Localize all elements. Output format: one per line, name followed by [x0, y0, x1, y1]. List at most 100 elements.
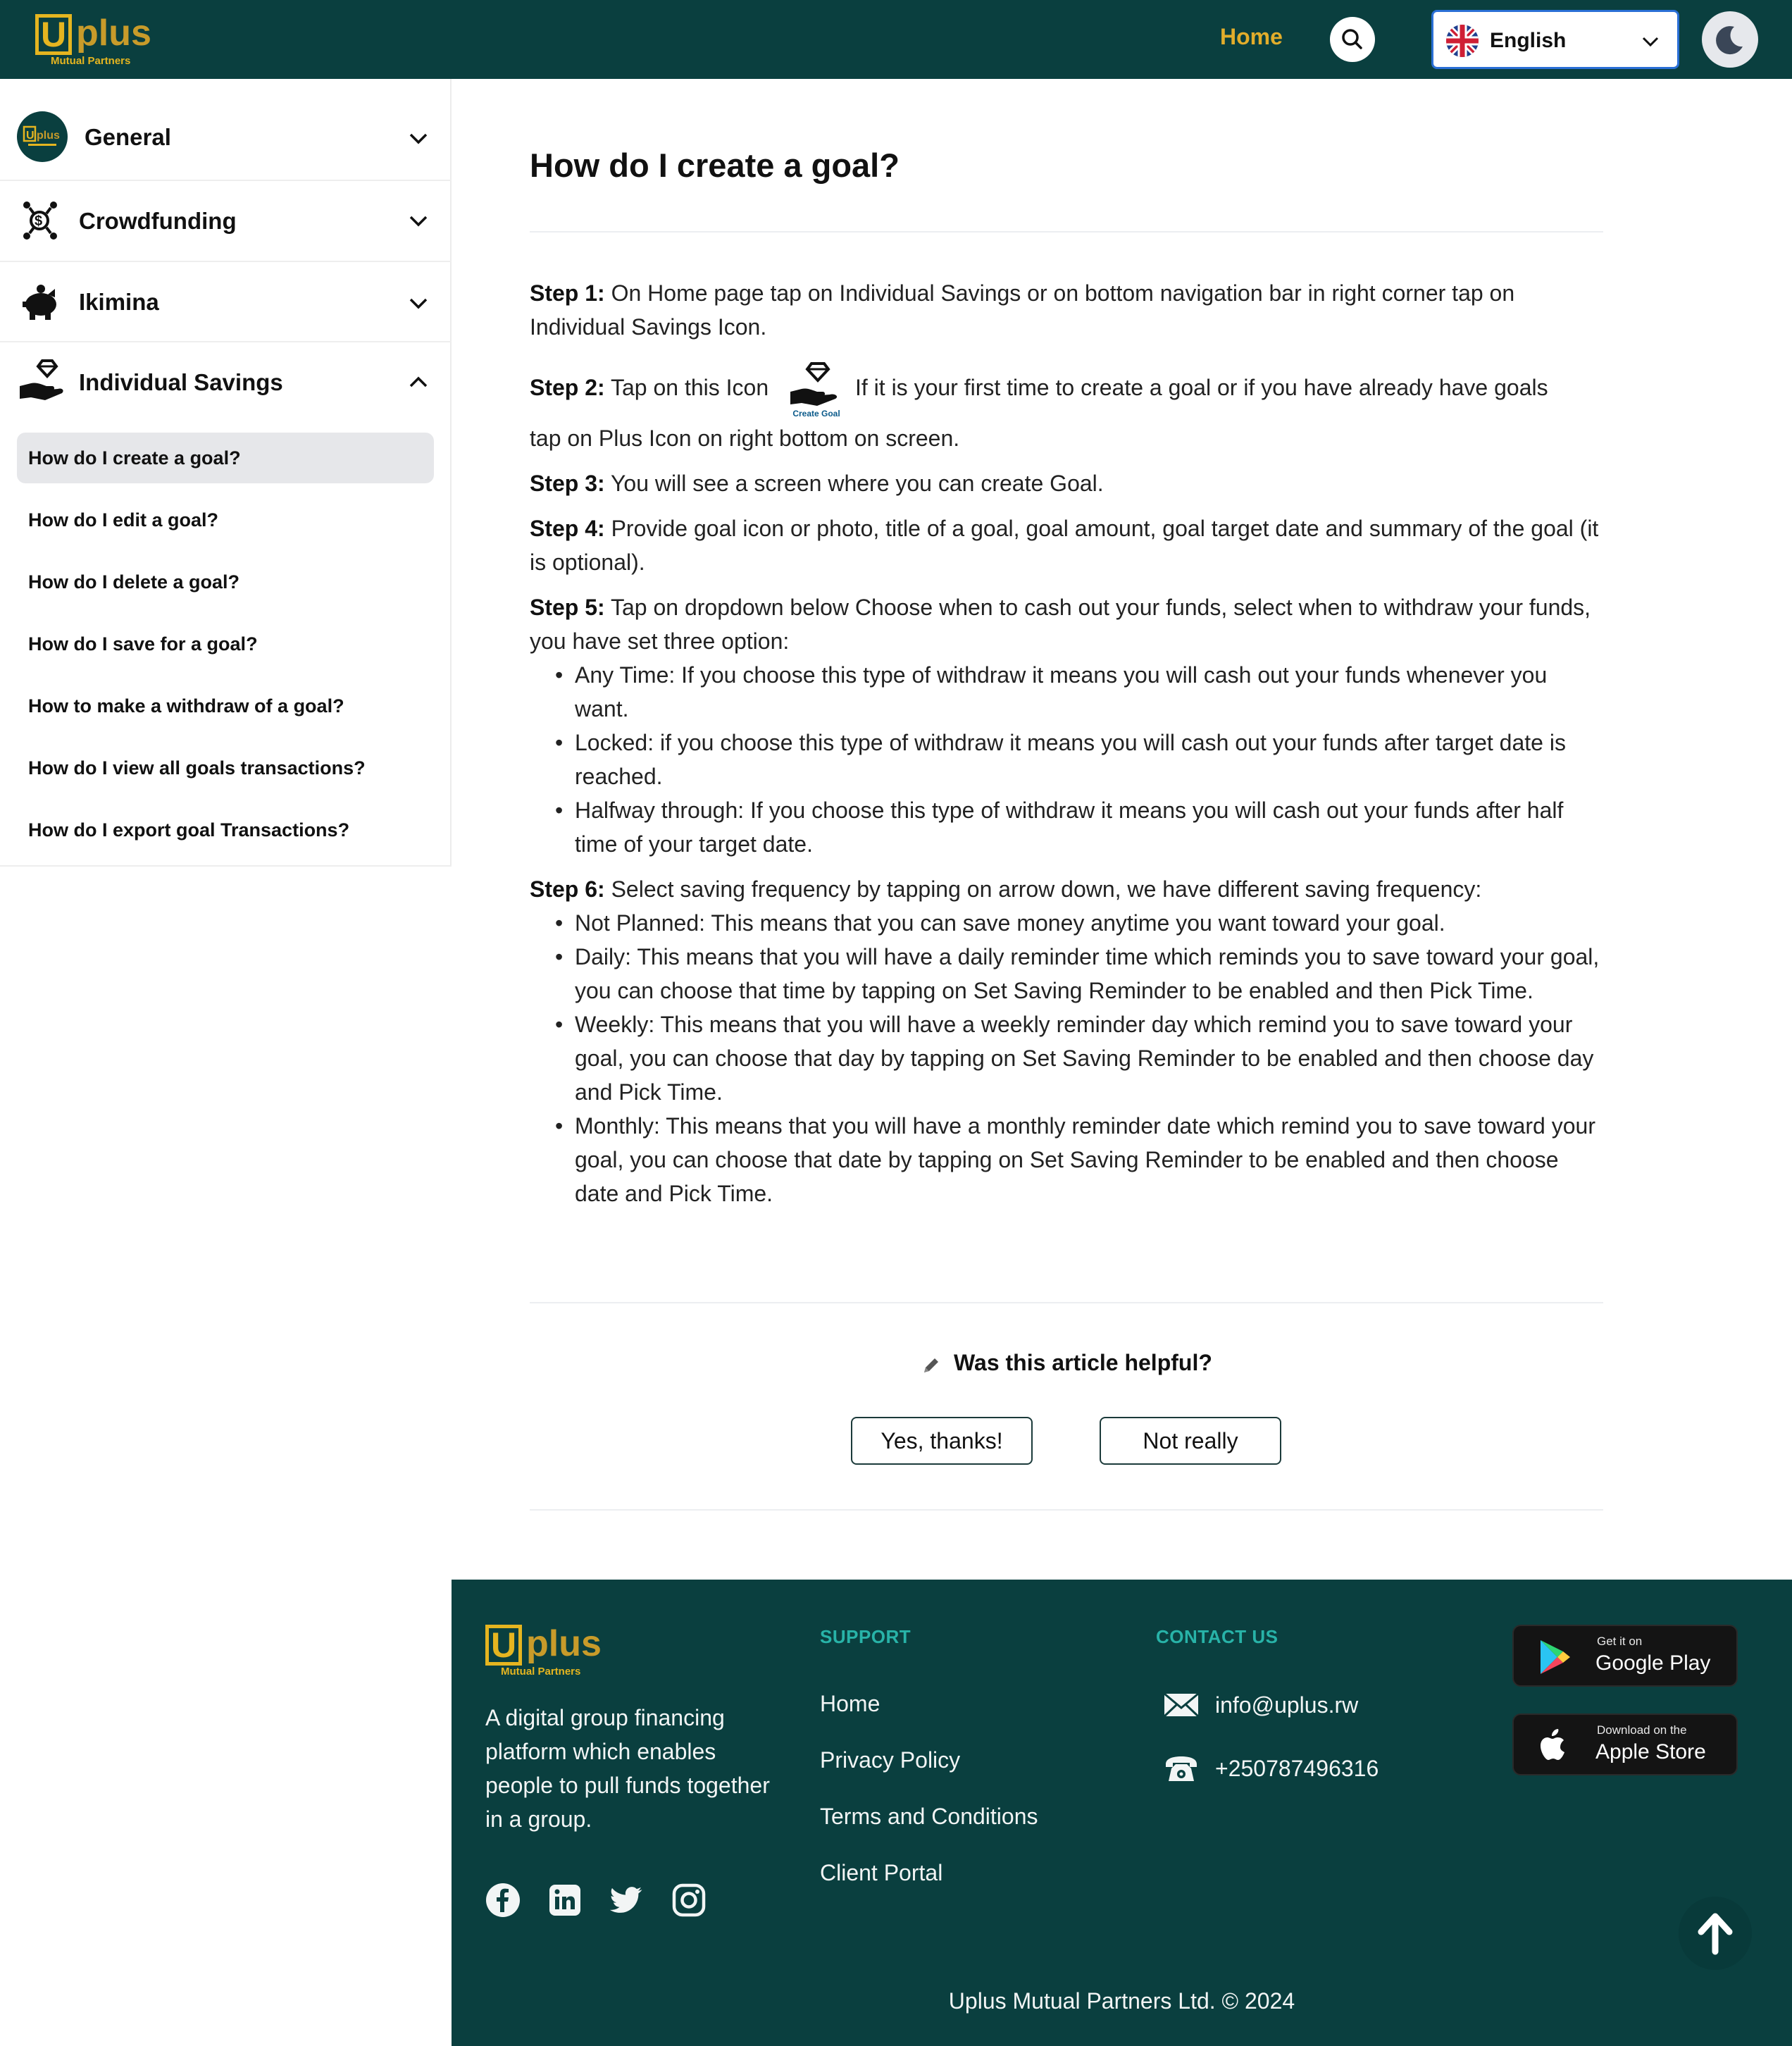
list-item: Daily: This means that you will have a d… — [555, 940, 1603, 1008]
twitter-icon[interactable] — [609, 1883, 645, 1918]
nav-home-link[interactable]: Home — [1220, 24, 1283, 50]
instagram-icon[interactable] — [671, 1883, 707, 1918]
footer-description: A digital group financing platform which… — [485, 1705, 770, 1832]
step-text: Tap on dropdown below Choose when to cas… — [530, 595, 1591, 654]
feedback-divider — [530, 1509, 1603, 1511]
footer-link-client-portal[interactable]: Client Portal — [820, 1860, 942, 1886]
footer-phone-link[interactable]: +250787496316 — [1215, 1756, 1379, 1782]
phone-icon — [1166, 1756, 1197, 1781]
sidebar: U plus General $ Crowdfunding Ikimina In… — [0, 79, 452, 867]
article-title: How do I create a goal? — [530, 147, 900, 184]
linkedin-icon[interactable] — [547, 1883, 583, 1918]
footer-uplus-logo[interactable]: U plus Mutual Partners — [485, 1623, 602, 1681]
language-select[interactable]: English — [1431, 10, 1679, 69]
step-label: Step 5: — [530, 595, 605, 620]
step-text: If it is your first time to create a goa… — [855, 375, 1548, 400]
store-name: Apple Store — [1595, 1740, 1706, 1763]
facebook-icon[interactable] — [485, 1883, 521, 1918]
step-3: Step 3: You will see a screen where you … — [530, 466, 1603, 500]
sidebar-category-crowdfunding[interactable]: $ Crowdfunding — [0, 181, 452, 262]
crowdfunding-icon: $ — [17, 195, 68, 246]
site-footer: U plus Mutual Partners A digital group f… — [452, 1580, 1792, 2046]
google-play-badge[interactable]: Get it on Google Play — [1512, 1625, 1738, 1687]
helpful-question: Was this article helpful? — [954, 1350, 1212, 1375]
sidebar-subitem-create-goal[interactable]: How do I create a goal? — [17, 433, 434, 483]
footer-email-link[interactable]: info@uplus.rw — [1215, 1692, 1358, 1718]
svg-text:U: U — [26, 130, 35, 142]
step-label: Step 6: — [530, 876, 605, 902]
list-item: Weekly: This means that you will have a … — [555, 1008, 1603, 1109]
list-item: Any Time: If you choose this type of wit… — [555, 658, 1603, 726]
withdraw-options-list: Any Time: If you choose this type of wit… — [555, 658, 1603, 861]
list-item: Locked: if you choose this type of withd… — [555, 726, 1603, 793]
sidebar-category-label: General — [85, 124, 171, 150]
sidebar-category-individual-savings[interactable]: Individual Savings — [0, 342, 452, 423]
saving-frequency-list: Not Planned: This means that you can sav… — [555, 906, 1603, 1210]
sidebar-divider — [0, 865, 452, 867]
chevron-up-icon — [409, 376, 428, 388]
list-item: Monthly: This means that you will have a… — [555, 1109, 1603, 1210]
list-item: Halfway through: If you choose this type… — [555, 793, 1603, 861]
email-icon — [1163, 1692, 1200, 1718]
article-header: How do I create a goal? — [530, 141, 1603, 190]
scroll-to-top-button[interactable] — [1679, 1897, 1752, 1970]
sidebar-subitem-edit-goal[interactable]: How do I edit a goal? — [17, 495, 434, 545]
piggy-bank-icon — [17, 276, 68, 327]
step-4: Step 4: Provide goal icon or photo, titl… — [530, 512, 1603, 579]
footer-link-terms[interactable]: Terms and Conditions — [820, 1804, 1038, 1830]
sidebar-subitem-view-transactions[interactable]: How do I view all goals transactions? — [17, 743, 434, 793]
top-header: U plus Mutual Partners Home English — [0, 0, 1792, 79]
footer-link-privacy-policy[interactable]: Privacy Policy — [820, 1747, 960, 1773]
step-text: You will see a screen where you can crea… — [604, 471, 1104, 496]
theme-toggle-button[interactable] — [1702, 11, 1758, 68]
sidebar-category-general[interactable]: U plus General — [0, 79, 452, 181]
sidebar-subitem-save-goal[interactable]: How do I save for a goal? — [17, 619, 434, 669]
uplus-logo-icon: U plus — [17, 111, 68, 162]
apple-store-badge[interactable]: Download on the Apple Store — [1512, 1713, 1738, 1775]
logo-text: plus — [526, 1623, 602, 1664]
feedback-no-button[interactable]: Not really — [1100, 1417, 1281, 1465]
moon-icon — [1716, 26, 1743, 55]
contact-heading: CONTACT US — [1156, 1626, 1278, 1647]
logo-letter: U — [35, 14, 72, 55]
store-caption: Get it on — [1597, 1635, 1643, 1648]
step-5: Step 5: Tap on dropdown below Choose whe… — [530, 590, 1603, 658]
store-name: Google Play — [1595, 1651, 1711, 1675]
step-label: Step 1: — [530, 280, 605, 306]
logo-subtitle: Mutual Partners — [501, 1666, 581, 1678]
sidebar-subitem-delete-goal[interactable]: How do I delete a goal? — [17, 557, 434, 607]
chevron-down-icon — [409, 133, 428, 144]
feedback-yes-button[interactable]: Yes, thanks! — [851, 1417, 1033, 1465]
chevron-down-icon — [1642, 37, 1659, 47]
step-text: Select saving frequency by tapping on ar… — [604, 876, 1482, 902]
create-goal-icon: Create Goal — [789, 359, 844, 421]
svg-text:plus: plus — [37, 130, 60, 142]
sidebar-category-label: Crowdfunding — [79, 208, 237, 234]
savings-hand-icon — [17, 355, 68, 406]
create-goal-caption: Create Goal — [792, 409, 840, 418]
language-label: English — [1490, 29, 1567, 52]
step-label: Step 4: — [530, 516, 605, 541]
sidebar-subitem-withdraw-goal[interactable]: How to make a withdraw of a goal? — [17, 681, 434, 731]
title-divider — [530, 231, 1603, 232]
step-2-continued: If it is your first time to create a goa… — [855, 371, 1603, 404]
search-icon — [1342, 29, 1362, 49]
step-text: Provide goal icon or photo, title of a g… — [530, 516, 1599, 575]
sidebar-category-label: Individual Savings — [79, 369, 283, 395]
step-6: Step 6: Select saving frequency by tappi… — [530, 872, 1603, 906]
chevron-down-icon — [409, 216, 428, 227]
support-heading: SUPPORT — [820, 1626, 911, 1647]
logo-text: plus — [76, 13, 151, 54]
logo-subtitle: Mutual Partners — [51, 55, 131, 67]
uplus-logo[interactable]: U plus Mutual Partners — [35, 13, 151, 70]
step-text: Tap on this Icon — [604, 375, 769, 400]
pencil-icon — [924, 1358, 938, 1372]
footer-link-home[interactable]: Home — [820, 1691, 880, 1717]
step-2-line2: tap on Plus Icon on right bottom on scre… — [530, 421, 1603, 455]
search-button[interactable] — [1330, 17, 1375, 62]
footer-copyright: Uplus Mutual Partners Ltd. © 2024 — [948, 1988, 1295, 2014]
sidebar-subitem-export-transactions[interactable]: How do I export goal Transactions? — [17, 805, 434, 855]
sidebar-category-label: Ikimina — [79, 289, 159, 315]
step-label: Step 2: — [530, 375, 605, 400]
sidebar-category-ikimina[interactable]: Ikimina — [0, 262, 452, 342]
